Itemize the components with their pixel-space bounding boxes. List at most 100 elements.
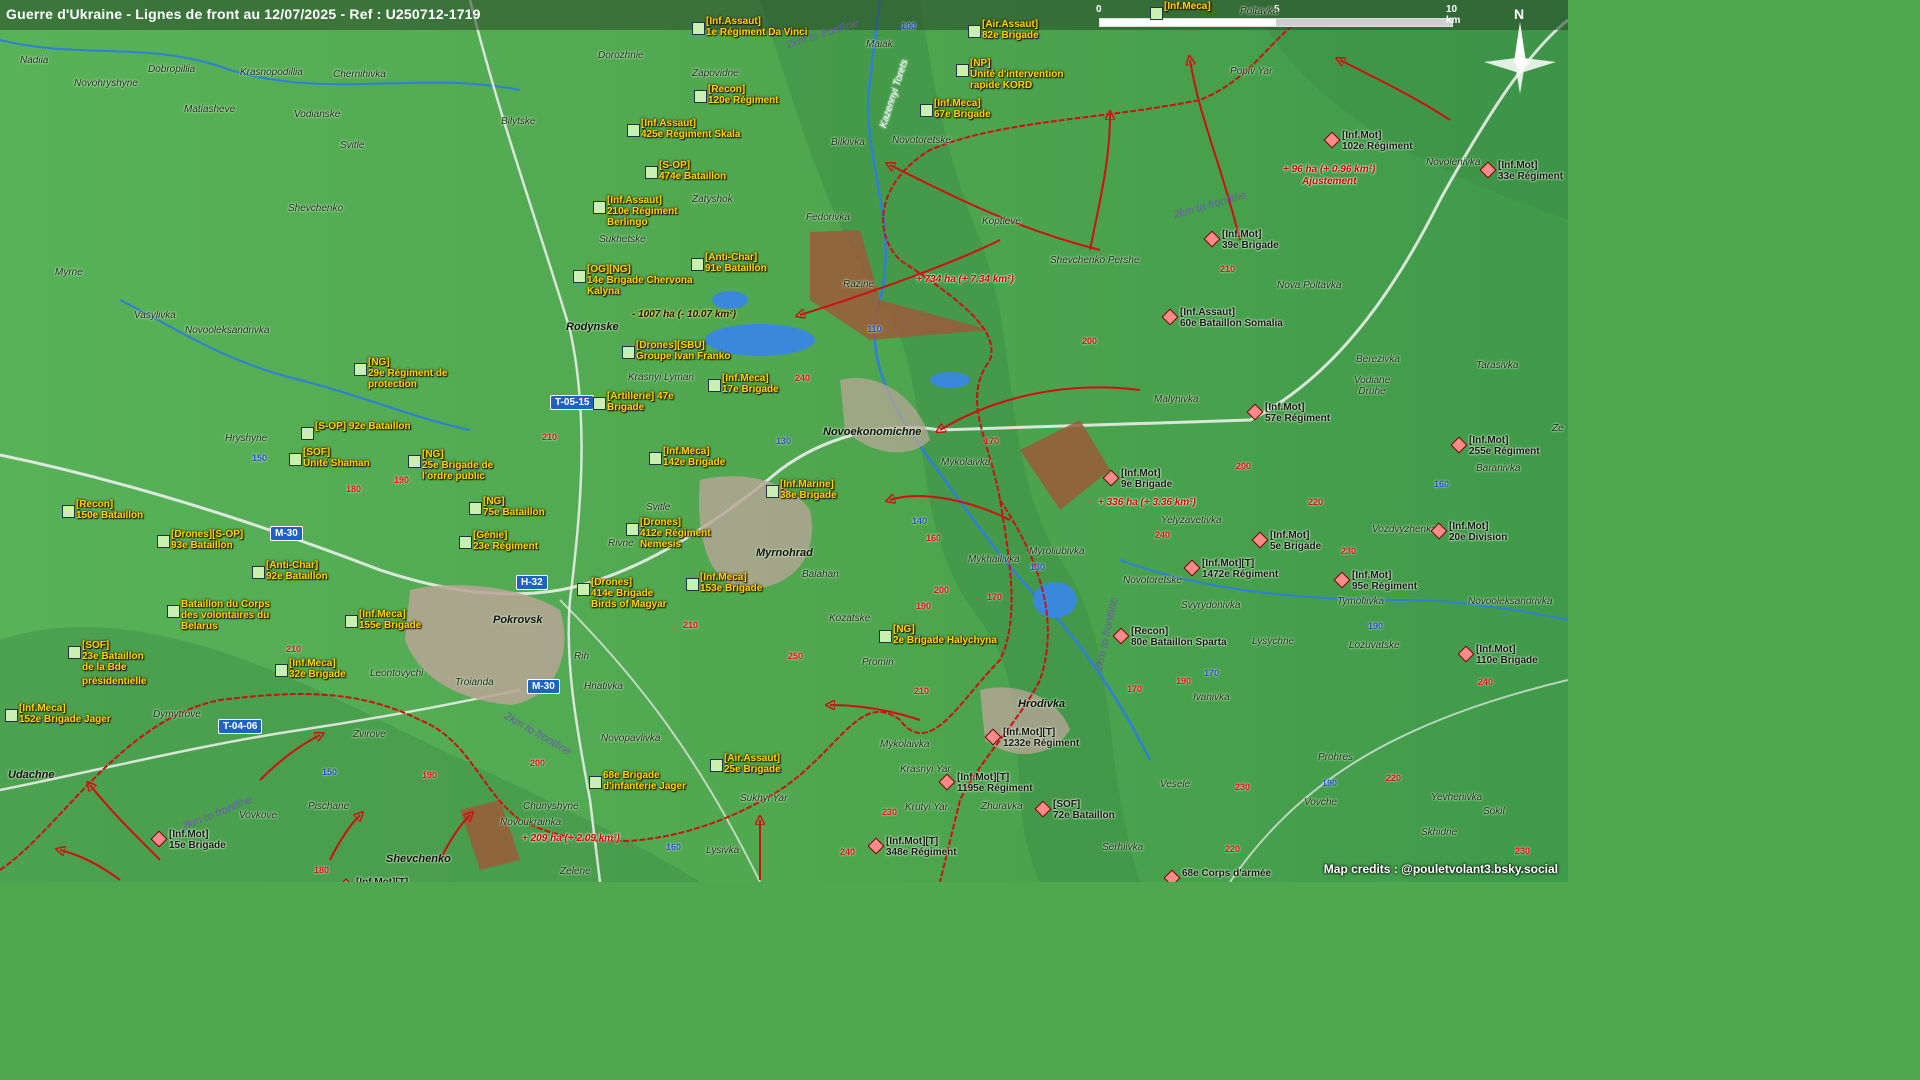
ukr-unit-marker-icon[interactable] bbox=[577, 583, 590, 596]
rus-unit[interactable]: [Inf.Mot] 15e Brigade bbox=[169, 829, 226, 851]
ukr-unit[interactable]: [Recon] 150e Bataillon bbox=[76, 499, 143, 521]
ukr-unit-marker-icon[interactable] bbox=[589, 776, 602, 789]
ukr-unit[interactable]: [Inf.Meca] 153e Brigade bbox=[700, 572, 762, 594]
ukr-unit[interactable]: [NG] 2e Brigade Halychyna bbox=[893, 624, 997, 646]
ukr-unit[interactable]: [Drones][SBU] Groupe Ivan Franko bbox=[636, 340, 730, 362]
ukr-unit[interactable]: [Air.Assaut] 25e Brigade bbox=[724, 753, 781, 775]
ukr-unit-marker-icon[interactable] bbox=[626, 523, 639, 536]
ukr-unit-marker-icon[interactable] bbox=[345, 615, 358, 628]
ukr-unit[interactable]: [Inf.Meca] 142e Brigade bbox=[663, 446, 725, 468]
ukr-unit-marker-icon[interactable] bbox=[459, 536, 472, 549]
ukr-unit-marker-icon[interactable] bbox=[408, 455, 421, 468]
rus-unit[interactable]: [Inf.Mot] 57e Régiment bbox=[1265, 402, 1330, 424]
ukr-unit-marker-icon[interactable] bbox=[573, 270, 586, 283]
ukr-unit-marker-icon[interactable] bbox=[275, 664, 288, 677]
ukr-unit[interactable]: [Inf.Marine] 38e Brigade bbox=[780, 479, 837, 501]
ukr-unit-marker-icon[interactable] bbox=[691, 258, 704, 271]
ukr-unit-marker-icon[interactable] bbox=[593, 201, 606, 214]
ukr-unit-line: 1e Régiment Da Vinci bbox=[706, 27, 808, 38]
ukr-unit-marker-icon[interactable] bbox=[879, 630, 892, 643]
ukr-unit[interactable]: [Recon] 120e Régiment bbox=[708, 84, 779, 106]
rus-unit[interactable]: [Inf.Mot] 95e Régiment bbox=[1352, 570, 1417, 592]
ukr-unit[interactable]: [Anti-Char] 91e Bataillon bbox=[705, 252, 767, 274]
rus-unit[interactable]: [Inf.Mot] 39e Brigade bbox=[1222, 229, 1279, 251]
ukr-unit-marker-icon[interactable] bbox=[692, 22, 705, 35]
ukr-unit[interactable]: Bataillon du Corps des volontaires du Bela… bbox=[181, 599, 270, 632]
ukr-unit[interactable]: [S-OP] 474e Bataillon bbox=[659, 160, 726, 182]
ukr-unit-sof-extra[interactable]: présidentielle bbox=[82, 676, 146, 687]
ukr-unit-marker-icon[interactable] bbox=[766, 485, 779, 498]
ukr-unit[interactable]: [Génie] 23e Régiment bbox=[473, 530, 538, 552]
ukr-unit-marker-icon[interactable] bbox=[956, 64, 969, 77]
ukr-unit[interactable]: [Drones][S-OP] 93e Bataillon bbox=[171, 529, 243, 551]
ukr-unit-marker-icon[interactable] bbox=[622, 346, 635, 359]
rus-unit[interactable]: [Inf.Mot][T] 1195e Régiment bbox=[957, 772, 1033, 794]
ukr-unit-marker-icon[interactable] bbox=[694, 90, 707, 103]
ukr-unit-marker-icon[interactable] bbox=[1150, 7, 1163, 20]
ukr-unit[interactable]: [Inf.Meca] 32e Brigade bbox=[289, 658, 346, 680]
rus-unit[interactable]: [Inf.Assaut] 60e Bataillon Somalia bbox=[1180, 307, 1283, 329]
ukr-unit[interactable]: 68e Brigade d'infanterie Jager bbox=[603, 770, 686, 792]
ukr-unit[interactable]: [Artillerie] 47e Brigade bbox=[607, 391, 674, 413]
ukr-unit[interactable]: [S-OP] 92e Bataillon bbox=[315, 421, 411, 432]
ukr-unit-marker-icon[interactable] bbox=[5, 709, 18, 722]
rus-unit[interactable]: [Inf.Mot] 102e Régiment bbox=[1342, 130, 1413, 152]
ukr-unit-line: [NG] bbox=[893, 624, 915, 635]
ukr-unit[interactable]: [Drones] 414e Brigade Birds of Magyar bbox=[591, 577, 667, 610]
ukr-unit[interactable]: [Anti-Char] 92e Bataillon bbox=[266, 560, 328, 582]
rus-unit[interactable]: [Inf.Mot][T] 1472e Régiment bbox=[1202, 558, 1278, 580]
ukr-unit-marker-icon[interactable] bbox=[167, 605, 180, 618]
place-rivne: Rivne bbox=[608, 538, 634, 549]
rus-unit[interactable]: [Inf.Mot] 255e Régiment bbox=[1469, 435, 1540, 457]
ukr-unit-marker-icon[interactable] bbox=[627, 124, 640, 137]
ukr-unit[interactable]: [Inf.Assaut] 425e Régiment Skala bbox=[641, 118, 741, 140]
ukr-unit[interactable]: [SOF] Unité Shaman bbox=[303, 447, 370, 469]
ukr-unit-marker-icon[interactable] bbox=[301, 427, 314, 440]
ukr-unit-marker-icon[interactable] bbox=[645, 166, 658, 179]
ukr-unit[interactable]: [Drones] 412e Régiment Nemesis bbox=[640, 517, 711, 550]
ukr-unit[interactable]: [Inf.Assaut] 1e Régiment Da Vinci bbox=[706, 16, 808, 38]
ukr-unit[interactable]: [Inf.Meca] 67e Brigade bbox=[934, 98, 991, 120]
ukr-unit[interactable]: [Inf.Assaut] 210e Régiment Berlingo bbox=[607, 195, 678, 228]
ukr-unit-marker-icon[interactable] bbox=[968, 25, 981, 38]
rus-unit[interactable]: [Inf.Mot][T] 1232e Régiment bbox=[1003, 727, 1079, 749]
ukr-unit-marker-icon[interactable] bbox=[354, 363, 367, 376]
ukr-unit-marker-icon[interactable] bbox=[593, 397, 606, 410]
rus-unit[interactable]: [SOF] 72e Bataillon bbox=[1053, 799, 1115, 821]
ukr-unit[interactable]: [Inf.Meca] 17e Brigade bbox=[722, 373, 779, 395]
ukr-unit-marker-icon[interactable] bbox=[62, 505, 75, 518]
ukr-unit-marker-icon[interactable] bbox=[710, 759, 723, 772]
ukr-unit-marker-icon[interactable] bbox=[649, 452, 662, 465]
rus-unit[interactable]: 68e Corps d'armée bbox=[1182, 868, 1271, 879]
ukr-unit-marker-icon[interactable] bbox=[469, 502, 482, 515]
ukr-unit[interactable]: [OG][NG] 14e Brigade Chervona Kalyna bbox=[587, 264, 693, 297]
ukr-unit-line: 29e Régiment de bbox=[368, 368, 448, 379]
rus-unit[interactable]: [Inf.Mot] 9e Brigade bbox=[1121, 468, 1172, 490]
ukr-unit-marker-icon[interactable] bbox=[68, 646, 81, 659]
ukr-unit[interactable]: [Inf.Meca] 155e Brigade bbox=[359, 609, 421, 631]
ukr-unit-marker-icon[interactable] bbox=[252, 566, 265, 579]
rus-unit[interactable]: [Recon] 80e Bataillon Sparta bbox=[1131, 626, 1227, 648]
ukr-unit[interactable]: [Inf.Meca] bbox=[1164, 1, 1211, 12]
ukr-unit[interactable]: [NG] 25e Brigade de l'ordre public bbox=[422, 449, 493, 482]
ukr-unit[interactable]: [NG] 29e Régiment de protection bbox=[368, 357, 447, 390]
ukr-unit-marker-icon[interactable] bbox=[157, 535, 170, 548]
rus-unit[interactable]: [Inf.Mot] 20e Division bbox=[1449, 521, 1507, 543]
ukr-unit[interactable]: [Air.Assaut] 82e Brigade bbox=[982, 19, 1039, 41]
rus-unit[interactable]: [Inf.Mot] 33e Régiment bbox=[1498, 160, 1563, 182]
ukr-unit[interactable]: [Inf.Meca] 152e Brigade Jager bbox=[19, 703, 111, 725]
ukr-unit-marker-icon[interactable] bbox=[708, 379, 721, 392]
map-canvas[interactable]: Guerre d'Ukraine - Lignes de front au 12… bbox=[0, 0, 1568, 882]
rus-unit[interactable]: [Inf.Mot][T] 348e Régiment bbox=[886, 836, 957, 858]
ukr-unit-marker-icon[interactable] bbox=[686, 578, 699, 591]
ukr-unit[interactable]: [NP] Unité d'intervention rapide KORD bbox=[970, 58, 1064, 91]
ukr-unit-line: [NP] bbox=[970, 58, 991, 69]
ukr-unit-marker-icon[interactable] bbox=[289, 453, 302, 466]
rus-unit[interactable]: [Inf.Mot] 110e Brigade bbox=[1476, 644, 1538, 666]
ukr-unit-marker-icon[interactable] bbox=[920, 104, 933, 117]
place-novooleksandrivka-east: Novooleksandrivka bbox=[1468, 596, 1553, 607]
ukr-unit[interactable]: [NG] 75e Bataillon bbox=[483, 496, 545, 518]
ukr-unit[interactable]: [SOF] 23e Bataillon de la Bde bbox=[82, 640, 144, 673]
rus-unit[interactable]: [Inf.Mot][T] bbox=[356, 877, 408, 882]
rus-unit[interactable]: [Inf.Mot] 5e Brigade bbox=[1270, 530, 1321, 552]
